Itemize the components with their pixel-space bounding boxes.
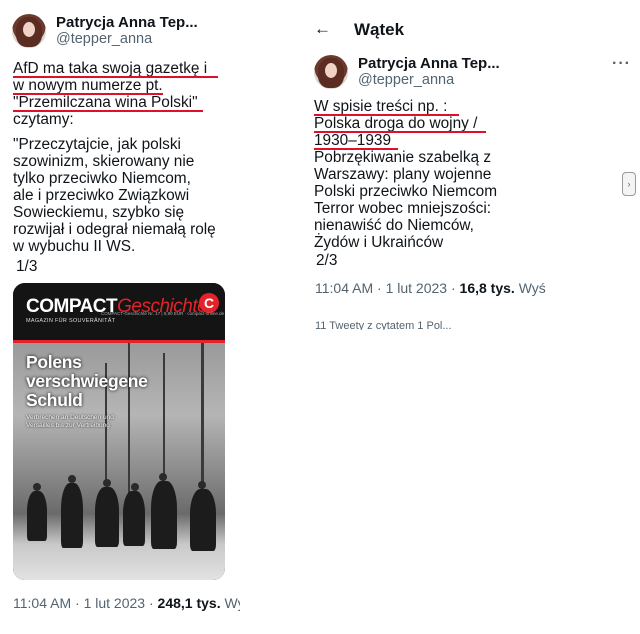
quote-line: Sowieckiemu, szybko się (13, 204, 185, 221)
more-options-icon[interactable]: ··· (612, 55, 631, 73)
cover-title: Polens verschwiegene Schuld (26, 352, 148, 410)
red-underline (13, 93, 163, 95)
magazine-cover-image[interactable]: COMPACTGeschichte C COMPACT-Geschichte N… (13, 283, 225, 580)
tweet-stats-partial[interactable]: 11 Tweety z cytatem 1 Pol... (315, 320, 452, 330)
quote-line: ale i przeciwko Związkowi (13, 187, 190, 204)
red-underline (314, 148, 398, 150)
red-underline (13, 110, 203, 112)
tweet-line: Terror wobec mniejszości: (314, 200, 492, 217)
red-underline (314, 114, 459, 116)
tweet-line: w nowym numerze pt. (13, 77, 163, 94)
tweet-line: Polski przeciwko Niemcom (314, 183, 498, 200)
cover-badge: C (199, 293, 219, 313)
tweet-line: 1930–1939 (314, 132, 392, 149)
thread-counter: 2/3 (316, 252, 338, 269)
author-name[interactable]: Patrycja Anna Tep... (56, 14, 198, 31)
quote-line: "Przeczytajcie, jak polski (13, 136, 181, 153)
cover-subtitle: Verbrechen an Deutschen und Versailles b… (26, 414, 114, 429)
quote-line: w wybuchu II WS. (13, 238, 136, 255)
tweet-line: Warszawy: plany wojenne (314, 166, 492, 183)
quote-line: szowinizm, skierowany nie (13, 153, 195, 170)
quote-line: rozwijał i odegrał niemałą rolę (13, 221, 216, 238)
tweet-timestamp[interactable]: 11:04 AM · 1 lut 2023 · 16,8 tys. Wyś (315, 280, 546, 296)
quote-line: tylko przeciwko Niemcom, (13, 170, 191, 187)
tweet-line: Pobrzękiwanie szabelką z (314, 149, 492, 166)
avatar[interactable] (12, 14, 46, 48)
cover-issue: COMPACT-Geschichte Nr. 17 | 8,90 EUR · c… (101, 311, 225, 316)
tweet-line: Polska droga do wojny / (314, 115, 478, 132)
tweet-line: AfD ma taka swoją gazetkę i (13, 60, 208, 77)
author-name[interactable]: Patrycja Anna Tep... (358, 55, 500, 72)
tweet-timestamp[interactable]: 11:04 AM · 1 lut 2023 · 248,1 tys. Wyś (13, 595, 240, 611)
tweet-line: Żydów i Ukraińców (314, 234, 444, 251)
thread-counter: 1/3 (16, 258, 38, 275)
thread-title: Wątek (354, 20, 405, 39)
left-tweet-panel: Patrycja Anna Tep... @tepper_anna AfD ma… (0, 0, 240, 634)
tweet-line: czytamy: (13, 111, 74, 128)
tweet-line: W spisie treści np. : (314, 98, 448, 115)
right-thread-panel: ← Wątek Patrycja Anna Tep... @tepper_ann… (300, 0, 640, 330)
tweet-line: nienawiść do Niemców, (314, 217, 474, 234)
scroll-edge-tab[interactable]: › (622, 172, 636, 196)
author-handle[interactable]: @tepper_anna (358, 72, 454, 88)
cover-tagline: MAGAZIN FÜR SOUVERÄNITÄT (26, 318, 116, 324)
tweet-quote: "Przeczytajcie, jak polski szowinizm, sk… (13, 136, 216, 255)
author-handle[interactable]: @tepper_anna (56, 31, 152, 47)
back-arrow-icon[interactable]: ← (314, 19, 331, 39)
tweet-text: W spisie treści np. : Polska droga do wo… (314, 98, 497, 251)
red-underline (314, 131, 486, 133)
red-underline (13, 76, 218, 78)
avatar[interactable] (314, 55, 348, 89)
tweet-line: "Przemilczana wina Polski" (13, 94, 198, 111)
